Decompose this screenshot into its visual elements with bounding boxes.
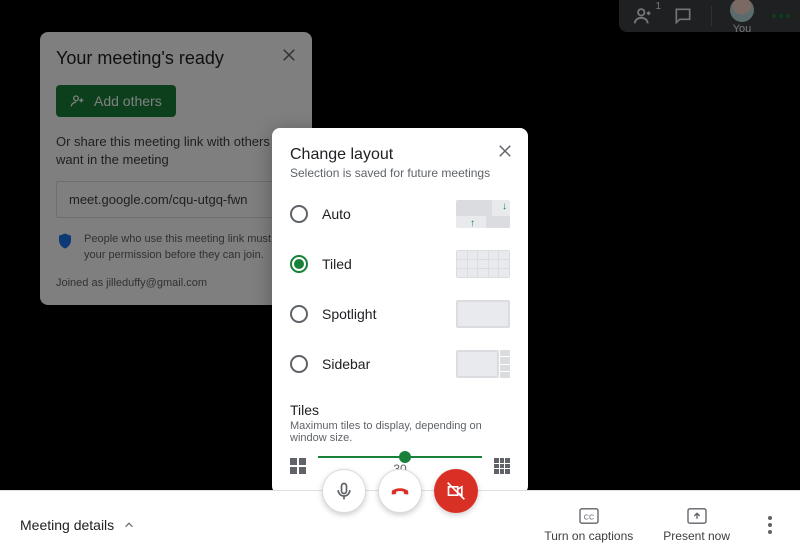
more-options-button[interactable] (760, 508, 780, 542)
layout-option-spotlight[interactable]: Spotlight (290, 300, 510, 328)
present-label: Present now (663, 529, 730, 543)
meeting-details-label: Meeting details (20, 517, 114, 533)
change-layout-modal: Change layout Selection is saved for fut… (272, 128, 528, 494)
close-modal-button[interactable] (496, 142, 514, 160)
radio-sidebar (290, 355, 308, 373)
radio-tiled (290, 255, 308, 273)
bottom-right-actions: CC Turn on captions Present now (544, 507, 780, 543)
camera-off-icon (446, 481, 466, 501)
thumb-tiled-icon (456, 250, 510, 278)
hangup-button[interactable] (378, 469, 422, 513)
present-icon (686, 507, 708, 525)
captions-button[interactable]: CC Turn on captions (544, 507, 633, 543)
present-button[interactable]: Present now (663, 507, 730, 543)
layout-label-sidebar: Sidebar (322, 356, 456, 372)
layout-label-auto: Auto (322, 206, 456, 222)
svg-text:CC: CC (584, 512, 594, 521)
radio-auto (290, 205, 308, 223)
tiles-section: Tiles Maximum tiles to display, dependin… (290, 402, 510, 476)
call-controls (322, 469, 478, 513)
cc-icon: CC (578, 507, 600, 525)
camera-button[interactable] (434, 469, 478, 513)
layout-option-tiled[interactable]: Tiled (290, 250, 510, 278)
modal-subtitle: Selection is saved for future meetings (290, 166, 510, 180)
layout-option-sidebar[interactable]: Sidebar (290, 350, 510, 378)
thumb-auto-icon: ↓↑ (456, 200, 510, 228)
grid-large-icon (494, 458, 510, 474)
mic-button[interactable] (322, 469, 366, 513)
phone-hangup-icon (389, 480, 411, 502)
modal-title: Change layout (290, 146, 510, 164)
thumb-spotlight-icon (456, 300, 510, 328)
tiles-heading: Tiles (290, 402, 510, 418)
tiles-desc: Maximum tiles to display, depending on w… (290, 420, 510, 444)
captions-label: Turn on captions (544, 529, 633, 543)
layout-option-auto[interactable]: Auto ↓↑ (290, 200, 510, 228)
mic-icon (334, 481, 354, 501)
chevron-up-icon (122, 518, 136, 532)
layout-label-tiled: Tiled (322, 256, 456, 272)
thumb-sidebar-icon (456, 350, 510, 378)
grid-small-icon (290, 458, 306, 474)
layout-options: Auto ↓↑ Tiled Spotlight Sidebar (290, 200, 510, 378)
layout-label-spotlight: Spotlight (322, 306, 456, 322)
bottom-bar: Meeting details CC Turn on captions Pres… (0, 490, 800, 558)
meeting-details-button[interactable]: Meeting details (20, 517, 136, 533)
radio-spotlight (290, 305, 308, 323)
